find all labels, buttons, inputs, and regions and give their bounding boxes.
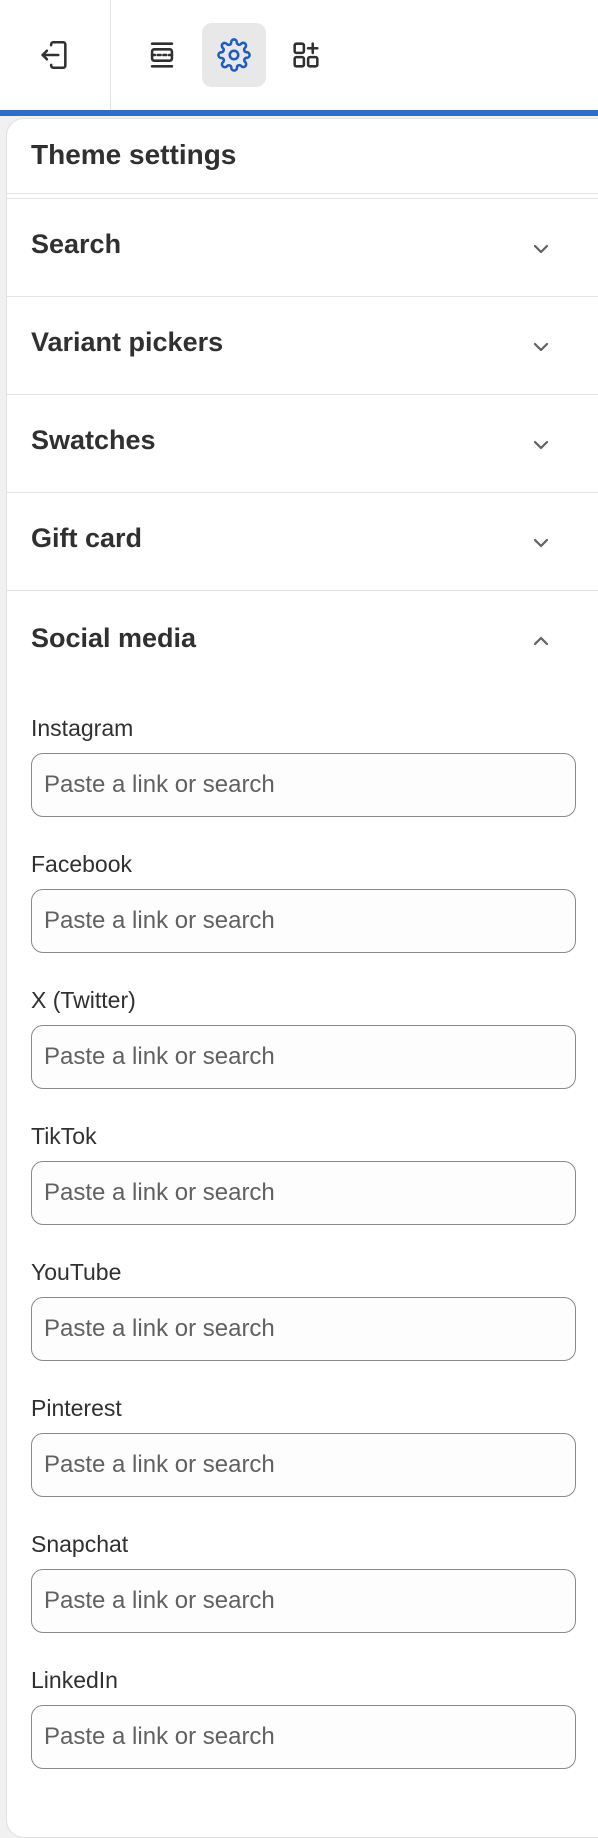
snapchat-input[interactable] <box>31 1569 576 1633</box>
gear-icon <box>217 38 251 72</box>
linkedin-input[interactable] <box>31 1705 576 1769</box>
chevron-down-icon <box>533 244 549 254</box>
field-x-twitter: X (Twitter) <box>31 985 576 1089</box>
editor-accent-bar <box>0 110 598 116</box>
pinterest-input[interactable] <box>31 1433 576 1497</box>
field-snapchat: Snapchat <box>31 1529 576 1633</box>
field-label: Facebook <box>31 851 133 877</box>
x-twitter-input[interactable] <box>31 1025 576 1089</box>
exit-icon <box>41 40 67 70</box>
youtube-input[interactable] <box>31 1297 576 1361</box>
accordion-search[interactable]: Search <box>7 199 598 297</box>
instagram-input[interactable] <box>31 753 576 817</box>
accordion-swatches[interactable]: Swatches <box>7 395 598 493</box>
sections-button[interactable] <box>130 23 194 87</box>
field-tiktok: TikTok <box>31 1121 576 1225</box>
field-label: YouTube <box>31 1259 122 1285</box>
facebook-input[interactable] <box>31 889 576 953</box>
theme-settings-button[interactable] <box>202 23 266 87</box>
accordion-label: Gift card <box>31 523 143 553</box>
accordion-label: Swatches <box>31 425 156 455</box>
field-label: Instagram <box>31 715 134 741</box>
accordion-social-media-header[interactable]: Social media <box>7 593 598 691</box>
chevron-down-icon <box>533 440 549 450</box>
chevron-down-icon <box>533 538 549 548</box>
accordion-variant-pickers[interactable]: Variant pickers <box>7 297 598 395</box>
theme-settings-panel: Theme settings Search Variant pickers Sw… <box>6 118 598 1838</box>
field-pinterest: Pinterest <box>31 1393 576 1497</box>
sections-icon <box>150 42 174 68</box>
field-linkedin: LinkedIn <box>31 1665 576 1769</box>
toolbar-divider <box>110 0 111 110</box>
accordion-label: Social media <box>31 623 197 653</box>
chevron-up-icon <box>533 636 549 646</box>
exit-button[interactable] <box>22 23 86 87</box>
accordion-gift-card[interactable]: Gift card <box>7 493 598 591</box>
field-instagram: Instagram <box>31 713 576 817</box>
field-youtube: YouTube <box>31 1257 576 1361</box>
chevron-down-icon <box>533 342 549 352</box>
app-blocks-button[interactable] <box>274 23 338 87</box>
field-facebook: Facebook <box>31 849 576 953</box>
tiktok-input[interactable] <box>31 1161 576 1225</box>
field-label: Snapchat <box>31 1531 129 1557</box>
field-label: X (Twitter) <box>31 987 136 1013</box>
page-title: Theme settings <box>31 139 237 170</box>
field-label: LinkedIn <box>31 1667 118 1693</box>
field-label: TikTok <box>31 1123 97 1149</box>
editor-toolbar <box>0 0 598 110</box>
app-blocks-icon <box>293 42 319 68</box>
field-label: Pinterest <box>31 1395 122 1421</box>
accordion-label: Variant pickers <box>31 327 224 357</box>
accordion-label: Search <box>31 229 122 259</box>
